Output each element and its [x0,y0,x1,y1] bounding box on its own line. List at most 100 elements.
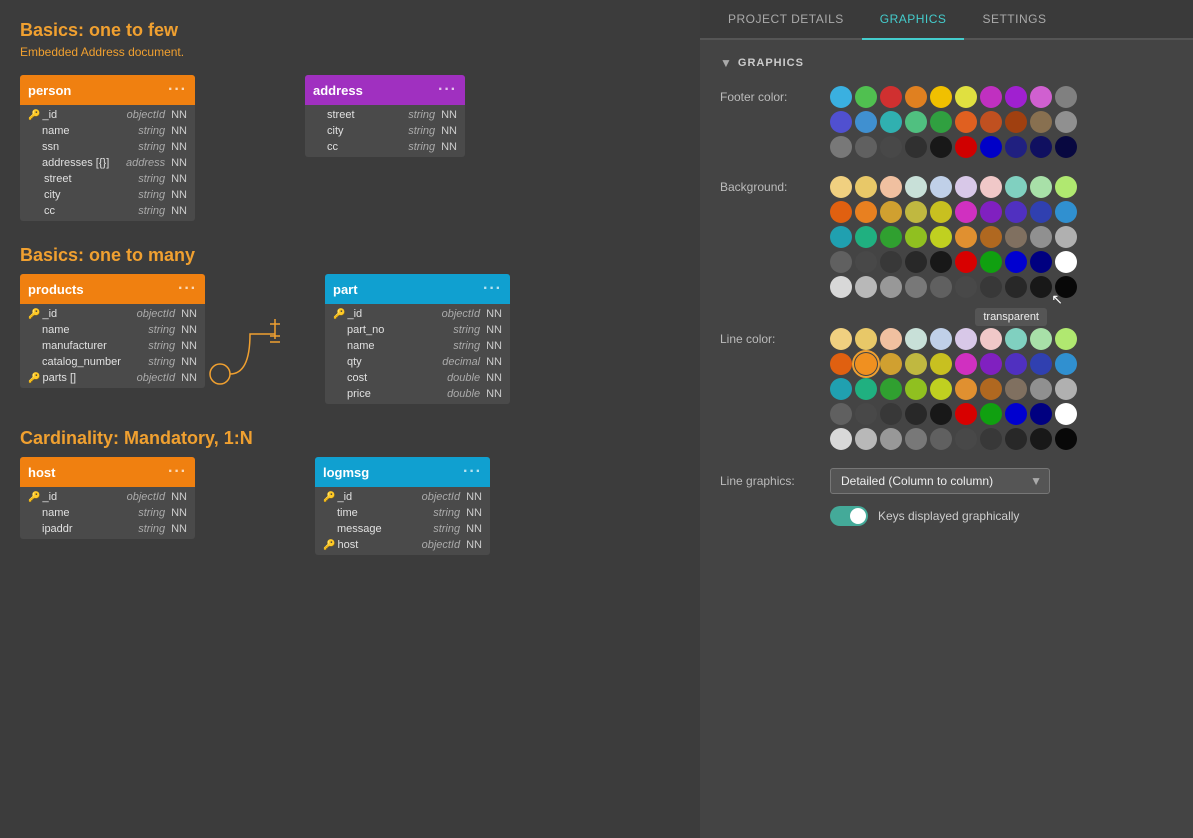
footer-color-swatch[interactable] [880,86,902,108]
background-color-swatch[interactable] [905,176,927,198]
line-color-swatch[interactable] [880,378,902,400]
footer-color-swatch[interactable] [1030,86,1052,108]
line-color-swatch[interactable] [980,428,1002,450]
footer-color-swatch[interactable] [1030,111,1052,133]
footer-color-swatch[interactable] [980,136,1002,158]
line-color-swatch[interactable] [980,328,1002,350]
background-color-swatch[interactable] [880,251,902,273]
footer-color-swatch[interactable] [980,86,1002,108]
background-color-swatch[interactable] [830,251,852,273]
background-color-swatch[interactable] [1055,251,1077,273]
table-logmsg-menu[interactable]: ··· [463,463,482,481]
background-color-swatch[interactable] [855,276,877,298]
background-color-swatch[interactable] [855,201,877,223]
line-color-swatch[interactable] [905,428,927,450]
line-color-swatch[interactable] [955,328,977,350]
table-address-menu[interactable]: ··· [438,81,457,99]
line-color-swatch[interactable] [855,328,877,350]
line-color-swatch[interactable] [830,353,852,375]
line-color-swatch[interactable] [1055,353,1077,375]
footer-color-swatch[interactable] [930,86,952,108]
footer-color-swatch[interactable] [955,86,977,108]
line-color-swatch[interactable] [905,378,927,400]
background-color-swatch[interactable] [930,226,952,248]
background-color-swatch[interactable] [905,201,927,223]
background-color-swatch[interactable] [830,201,852,223]
line-color-swatch[interactable] [980,403,1002,425]
footer-color-swatch[interactable] [930,111,952,133]
line-color-swatch[interactable] [1055,378,1077,400]
tab-project-details[interactable]: PROJECT DETAILS [710,0,862,40]
footer-color-swatch[interactable] [855,86,877,108]
footer-color-swatch[interactable] [905,86,927,108]
footer-color-swatch[interactable] [1005,86,1027,108]
tab-graphics[interactable]: GRAPHICS [862,0,965,40]
background-color-swatch[interactable] [980,251,1002,273]
footer-color-swatch[interactable] [1005,111,1027,133]
line-color-swatch[interactable] [1030,328,1052,350]
line-color-swatch[interactable] [905,353,927,375]
line-color-swatch[interactable] [930,403,952,425]
background-color-swatch[interactable] [905,251,927,273]
line-color-swatch[interactable] [1005,328,1027,350]
line-color-swatch[interactable] [830,428,852,450]
line-color-swatch[interactable] [1005,428,1027,450]
background-color-swatch[interactable] [1005,201,1027,223]
line-color-swatch[interactable] [1030,353,1052,375]
footer-color-swatch[interactable] [830,86,852,108]
line-color-swatch[interactable] [1055,403,1077,425]
footer-color-swatch[interactable] [830,111,852,133]
background-color-swatch[interactable] [1030,276,1052,298]
background-color-swatch[interactable] [980,201,1002,223]
table-products-menu[interactable]: ··· [178,280,197,298]
background-color-swatch[interactable] [855,251,877,273]
background-color-swatch[interactable] [980,226,1002,248]
footer-color-swatch[interactable] [1030,136,1052,158]
line-color-swatch[interactable] [1055,428,1077,450]
background-color-swatch[interactable] [1055,201,1077,223]
background-color-swatch[interactable] [855,226,877,248]
line-color-swatch[interactable] [955,353,977,375]
footer-color-swatch[interactable] [955,136,977,158]
footer-color-swatch[interactable] [880,111,902,133]
background-color-swatch[interactable] [880,201,902,223]
background-color-swatch[interactable] [1055,176,1077,198]
line-color-swatch[interactable] [980,378,1002,400]
line-color-swatch[interactable] [855,378,877,400]
line-color-swatch[interactable] [980,353,1002,375]
line-color-swatch[interactable] [955,428,977,450]
line-color-swatch[interactable] [1030,403,1052,425]
background-color-swatch[interactable] [880,176,902,198]
footer-color-swatch[interactable] [1055,136,1077,158]
background-color-swatch[interactable] [930,251,952,273]
footer-color-swatch[interactable] [955,111,977,133]
line-color-swatch[interactable] [880,403,902,425]
keys-toggle[interactable] [830,506,868,526]
footer-color-swatch[interactable] [1055,86,1077,108]
footer-color-swatch[interactable] [905,111,927,133]
line-color-swatch[interactable] [830,378,852,400]
background-color-swatch[interactable] [905,226,927,248]
background-color-swatch[interactable] [980,276,1002,298]
background-color-swatch[interactable] [930,201,952,223]
footer-color-swatch[interactable] [980,111,1002,133]
background-color-swatch[interactable] [1030,176,1052,198]
background-color-swatch[interactable] [880,226,902,248]
background-color-swatch[interactable] [930,176,952,198]
table-person-menu[interactable]: ··· [168,81,187,99]
background-color-swatch[interactable] [1030,201,1052,223]
footer-color-swatch[interactable] [930,136,952,158]
line-color-swatch[interactable] [1030,378,1052,400]
background-color-swatch[interactable] [955,226,977,248]
background-color-swatch[interactable] [905,276,927,298]
line-color-swatch[interactable] [880,328,902,350]
line-color-swatch[interactable] [955,378,977,400]
background-color-swatch[interactable] [1030,251,1052,273]
footer-color-swatch[interactable] [880,136,902,158]
line-color-swatch[interactable] [830,403,852,425]
table-host-menu[interactable]: ··· [168,463,187,481]
line-color-swatch[interactable] [880,428,902,450]
line-color-swatch[interactable] [905,328,927,350]
background-color-swatch[interactable] [955,251,977,273]
background-color-swatch[interactable] [1055,226,1077,248]
